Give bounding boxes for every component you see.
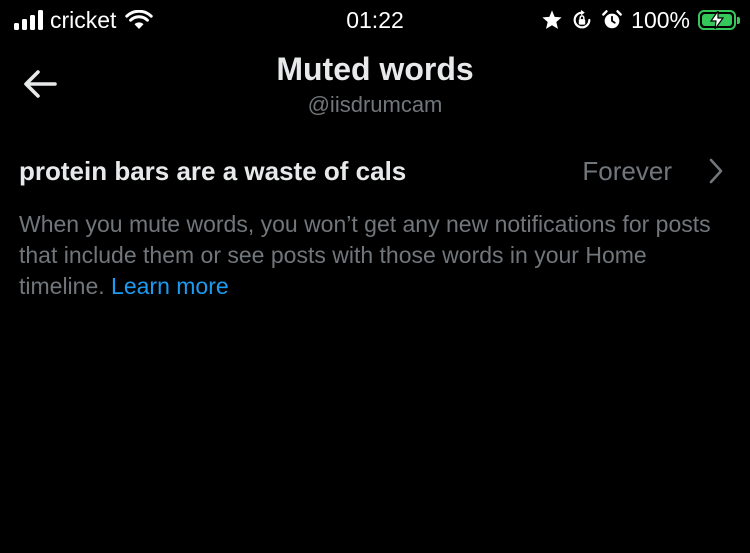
muted-word-item[interactable]: protein bars are a waste of cals Forever <box>0 146 750 196</box>
mute-duration: Forever <box>582 156 672 186</box>
muted-word-text: protein bars are a waste of cals <box>19 156 407 186</box>
page-header: Muted words @iisdrumcam <box>0 44 750 124</box>
account-handle: @iisdrumcam <box>307 92 443 117</box>
charging-bolt-icon <box>709 11 725 29</box>
status-bar: cricket 01:22 100% <box>0 0 750 40</box>
learn-more-link[interactable]: Learn more <box>111 273 229 299</box>
star-icon <box>541 9 563 31</box>
chevron-right-icon <box>709 158 723 184</box>
muted-words-info: When you mute words, you won’t get any n… <box>19 209 719 302</box>
page-title: Muted words <box>276 51 474 87</box>
rotation-lock-icon <box>571 9 593 31</box>
alarm-icon <box>601 9 623 31</box>
status-bar-right: 100% <box>541 6 740 34</box>
battery-percentage: 100% <box>631 6 690 33</box>
battery-charging-icon <box>698 10 740 30</box>
